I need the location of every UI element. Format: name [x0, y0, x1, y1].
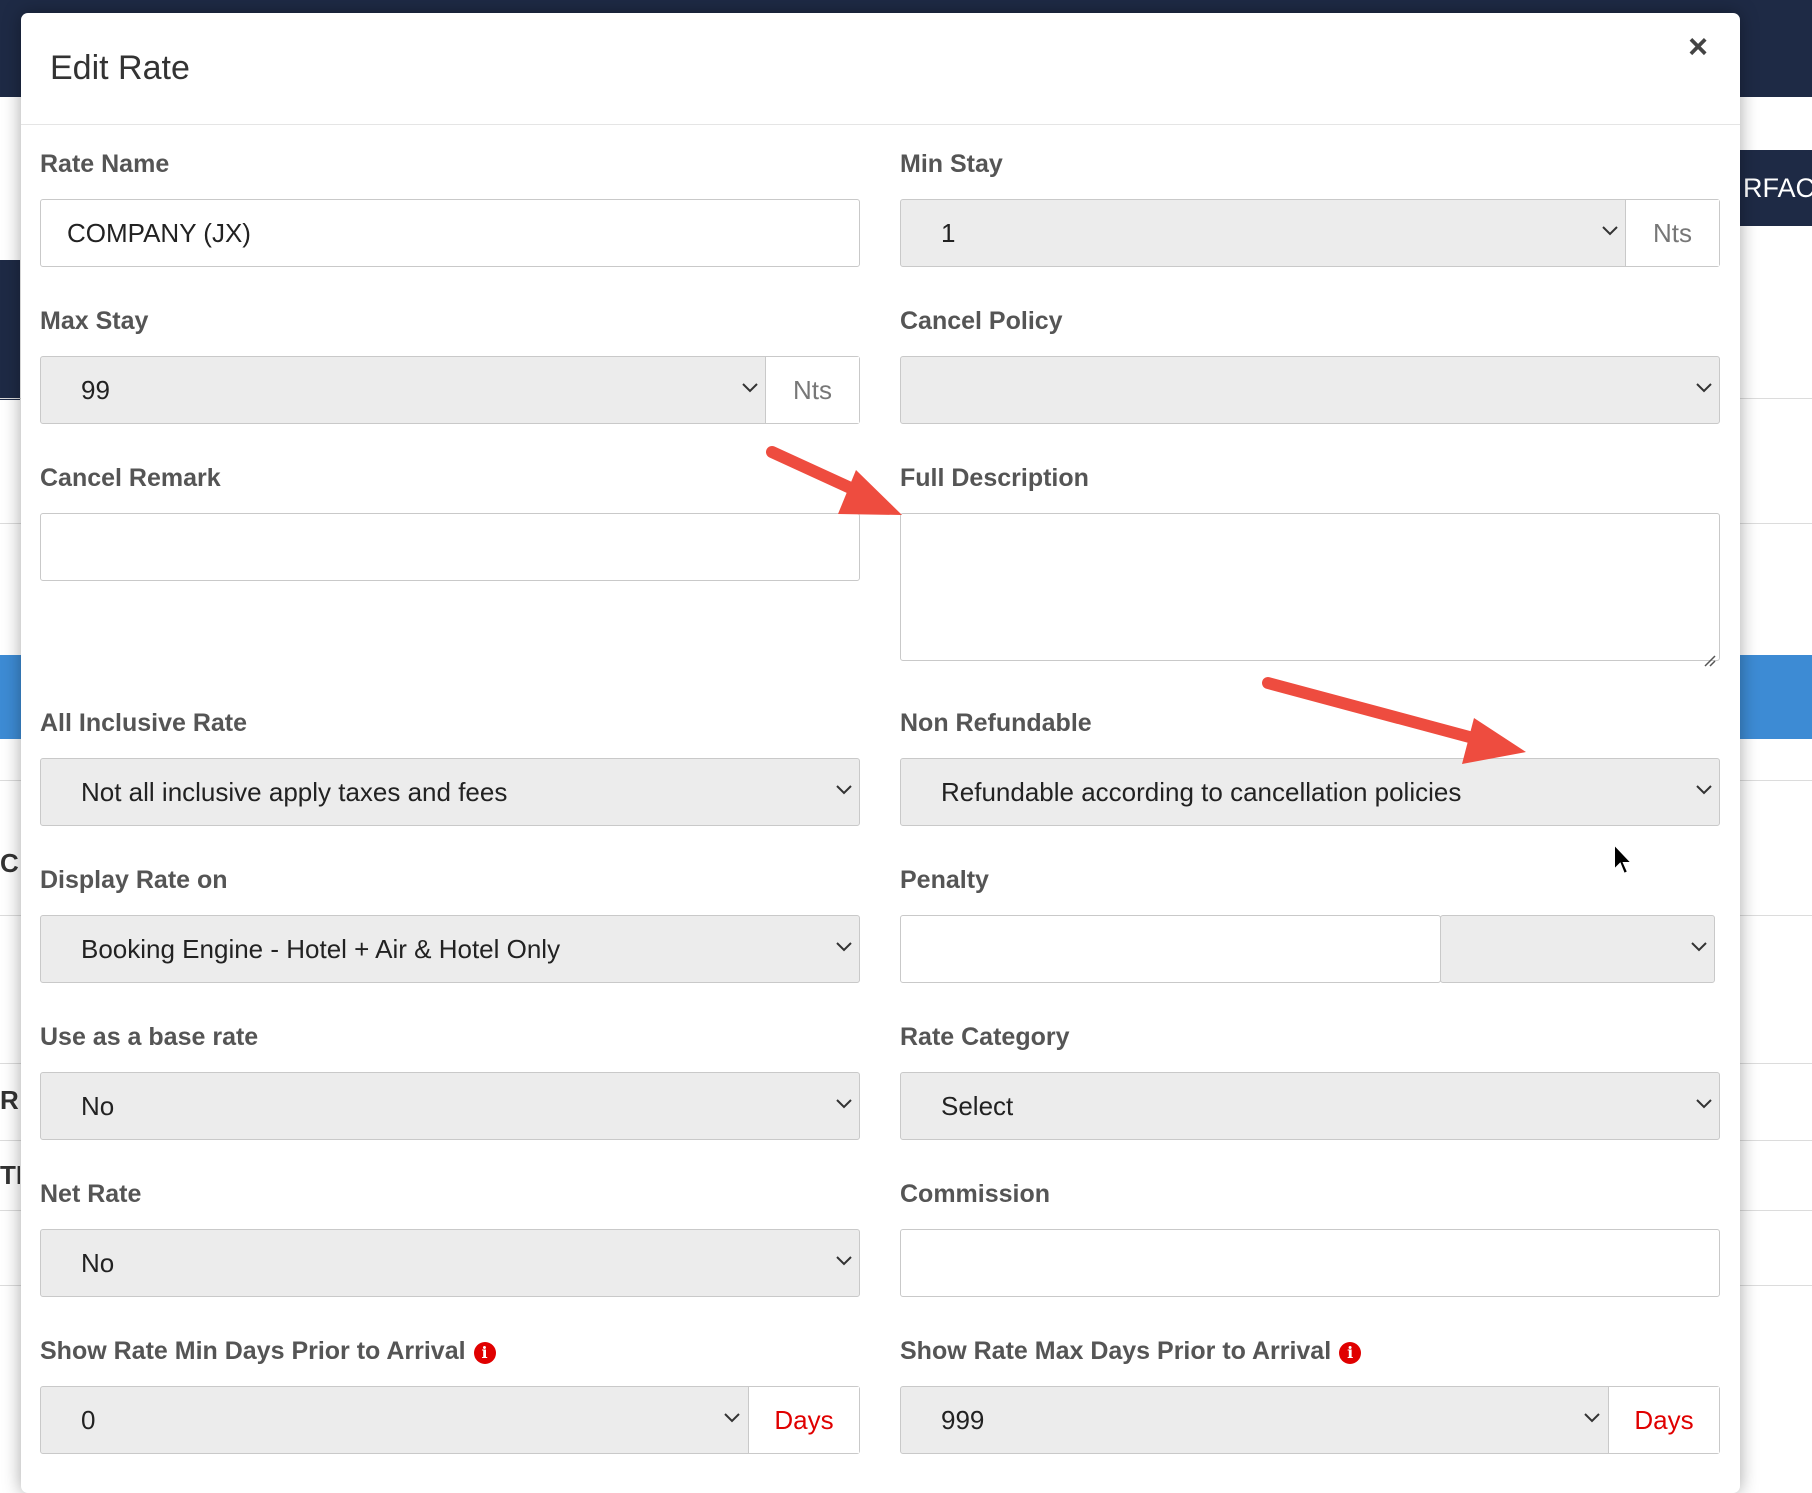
- mouse-cursor-icon: [1613, 842, 1634, 876]
- annotation-arrow-full-description: [766, 446, 902, 515]
- annotation-arrow-non-refundable: [1262, 677, 1526, 764]
- annotation-arrows: [766, 446, 1526, 764]
